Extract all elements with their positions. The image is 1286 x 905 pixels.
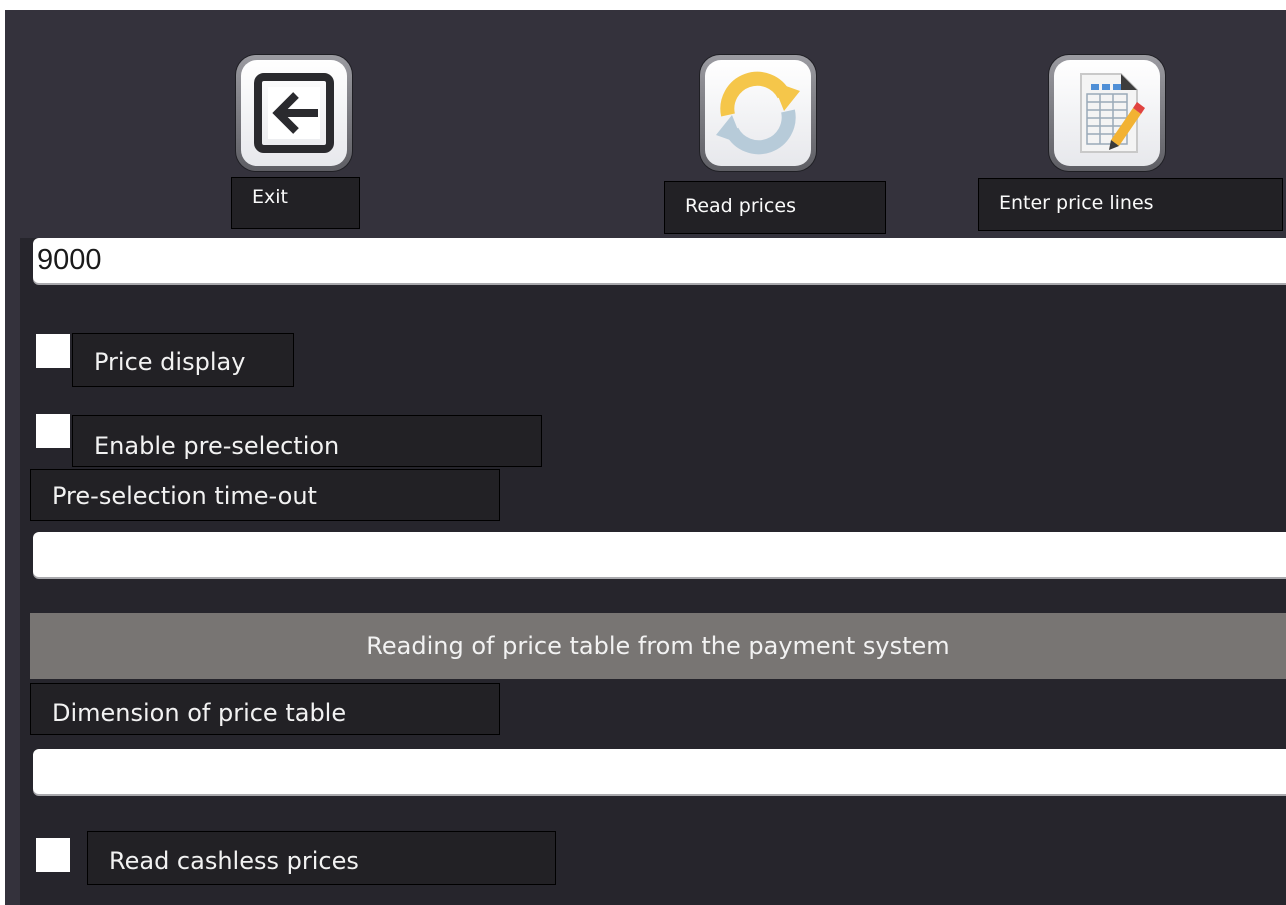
- exit-label[interactable]: Exit: [231, 177, 360, 229]
- read-prices-label[interactable]: Read prices: [664, 181, 886, 234]
- section-header: Reading of price table from the payment …: [30, 613, 1286, 679]
- price-display-label: Price display: [72, 333, 294, 387]
- table-edit-icon: [1080, 73, 1145, 153]
- preselection-timeout-value: [33, 532, 1286, 536]
- preselection-timeout-input[interactable]: [33, 532, 1286, 577]
- exit-arrow-icon: [254, 73, 334, 153]
- enable-preselection-label: Enable pre-selection: [72, 415, 542, 467]
- price-display-checkbox[interactable]: [36, 334, 70, 368]
- read-cashless-prices-label: Read cashless prices: [87, 831, 556, 885]
- enter-price-lines-button[interactable]: [1049, 55, 1165, 171]
- price-input-value: 9000: [37, 244, 102, 276]
- enter-price-lines-label[interactable]: Enter price lines: [978, 178, 1283, 231]
- exit-button[interactable]: [236, 55, 352, 171]
- read-cashless-prices-checkbox[interactable]: [36, 838, 70, 872]
- read-prices-button[interactable]: [700, 55, 816, 171]
- dimension-price-table-value: [33, 749, 1286, 753]
- refresh-icon: [716, 71, 800, 155]
- enable-preselection-checkbox[interactable]: [36, 414, 70, 448]
- dimension-price-table-input[interactable]: [33, 749, 1286, 794]
- price-input[interactable]: 9000: [33, 238, 1286, 283]
- preselection-timeout-label: Pre-selection time-out: [30, 469, 500, 521]
- dimension-price-table-label: Dimension of price table: [30, 683, 500, 735]
